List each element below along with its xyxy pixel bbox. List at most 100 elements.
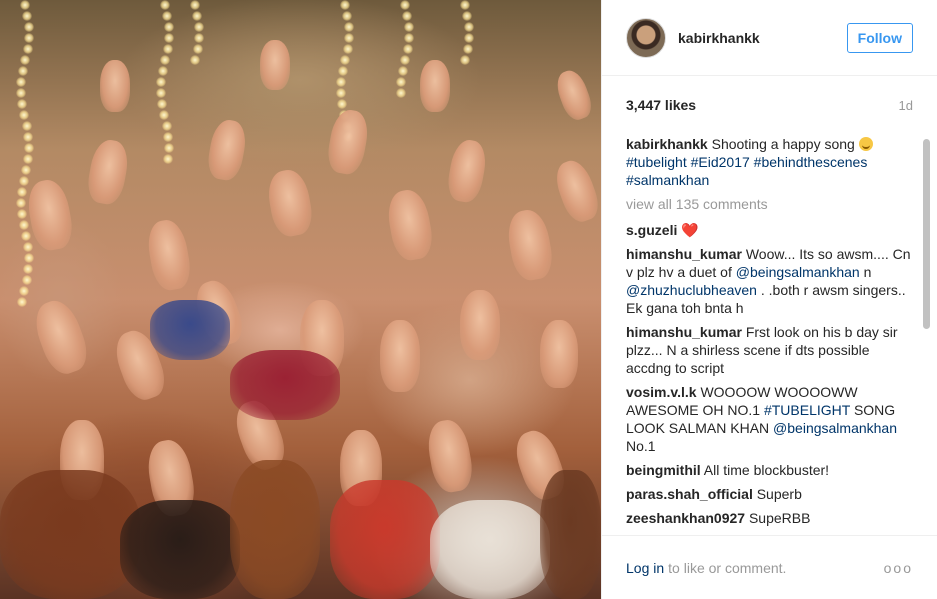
light-bulb-decoration [190,55,201,65]
mention-link[interactable]: @zhuzhuclubheaven [626,282,757,298]
raised-hand-decoration [100,60,130,112]
caption-author[interactable]: kabirkhankk [626,136,708,152]
comments-scrollbar[interactable] [923,133,930,535]
hashtag-link[interactable]: #tubelight [626,154,687,170]
comment-item: himanshu_kumar Woow... Its so awsm.... C… [626,245,913,317]
comment-author[interactable]: s.guzeli [626,222,677,238]
light-bulb-decoration [337,66,348,76]
hashtag-link[interactable]: #behindthescenes [754,154,868,170]
light-bulb-decoration [161,121,172,131]
comment-text: SupeRBB [748,510,811,526]
post-meta: 3,447 likes 1d [602,76,937,134]
comment-author[interactable]: paras.shah_official [626,486,753,502]
comment-text: All time blockbuster! [703,462,830,478]
light-bulb-decoration [163,132,174,142]
post-photo[interactable] [0,0,601,599]
light-bulb-decoration [20,0,30,10]
comment-text: n [863,264,872,280]
smiling-face-icon [858,137,873,151]
mention-link[interactable]: @beingsalmankhan [736,264,860,280]
light-bulb-decoration [402,44,413,54]
crowd-clothing-decoration [230,350,340,420]
view-all-comments-link[interactable]: view all 135 comments [626,195,913,213]
light-bulb-decoration [18,220,29,230]
light-bulb-decoration [16,88,27,98]
raised-hand-decoration [260,40,290,90]
light-bulb-decoration [400,0,410,10]
light-bulb-decoration [460,0,470,10]
crowd-clothing-decoration [430,500,550,599]
light-bulb-decoration [342,44,353,54]
light-bulb-decoration [343,22,354,32]
hashtag-link[interactable]: #salmankhan [626,172,709,188]
mention-link[interactable]: @beingsalmankhan [773,420,897,436]
light-bulb-decoration [16,198,26,208]
comments-list[interactable]: kabirkhankk Shooting a happy song #tubel… [626,133,913,535]
comment-item: zeeshankhan0927 SupeRBB [626,509,913,527]
light-bulb-decoration [192,11,203,21]
instagram-post: kabirkhankk Follow 3,447 likes 1d kabirk… [0,0,937,599]
light-bulb-decoration [163,33,174,43]
comment-author[interactable]: vosim.v.l.k [626,384,697,400]
light-bulb-decoration [18,176,29,186]
raised-hand-decoration [380,320,420,392]
light-bulb-decoration [462,11,473,21]
light-bulb-decoration [340,0,350,10]
follow-button[interactable]: Follow [846,22,913,53]
light-bulb-decoration [192,44,203,54]
username-link[interactable]: kabirkhankk [678,30,760,46]
light-bulb-decoration [23,22,34,32]
light-bulb-decoration [156,77,167,87]
likes-count[interactable]: 3,447 likes [626,97,696,113]
post-footer: Log in to like or comment. ooo [602,535,937,599]
light-bulb-decoration [336,88,347,98]
light-bulb-decoration [23,132,34,142]
light-bulb-decoration [396,77,407,87]
light-bulb-decoration [23,242,34,252]
comment-author[interactable]: zeeshankhan0927 [626,510,745,526]
light-bulb-decoration [21,121,32,131]
login-link[interactable]: Log in [626,560,664,576]
crowd-clothing-decoration [330,480,440,599]
light-bulb-decoration [193,33,204,43]
light-bulb-decoration [396,88,407,98]
light-bulb-decoration [463,33,474,43]
more-options-icon[interactable]: ooo [884,560,913,576]
light-bulb-decoration [400,55,411,65]
crowd-clothing-decoration [150,300,230,360]
light-bulb-decoration [23,253,34,263]
light-bulb-decoration [463,22,474,32]
light-bulb-decoration [23,33,34,43]
post-time[interactable]: 1d [899,98,913,113]
light-bulb-decoration [23,143,34,153]
heart-icon: ❤️ [681,222,699,238]
light-bulb-decoration [160,0,170,10]
hashtag-link[interactable]: #TUBELIGHT [764,402,850,418]
comment-author[interactable]: himanshu_kumar [626,246,742,262]
light-bulb-decoration [160,55,171,65]
caption-text: Shooting a happy song [711,136,855,152]
light-bulb-decoration [163,154,174,164]
hashtag-link[interactable]: #Eid2017 [691,154,750,170]
light-bulb-decoration [21,165,32,175]
light-bulb-decoration [462,44,473,54]
caption: kabirkhankk Shooting a happy song #tubel… [626,135,913,189]
light-bulb-decoration [460,55,471,65]
comment-item: himanshu_kumar Frst look on his b day si… [626,323,913,377]
post-header: kabirkhankk Follow [602,0,937,76]
login-prompt-text: to like or comment. [668,559,787,576]
light-bulb-decoration [190,0,200,10]
light-bulb-decoration [162,11,173,21]
avatar[interactable] [626,17,666,58]
light-bulb-decoration [157,99,168,109]
comment-author[interactable]: himanshu_kumar [626,324,742,340]
light-bulb-decoration [19,110,30,120]
light-bulb-decoration [19,286,30,296]
scrollbar-thumb[interactable] [923,139,930,329]
comment-text: No.1 [626,438,656,454]
light-bulb-decoration [336,77,347,87]
light-bulb-decoration [193,22,204,32]
light-bulb-decoration [17,99,28,109]
comment-author[interactable]: beingmithil [626,462,701,478]
light-bulb-decoration [163,22,174,32]
